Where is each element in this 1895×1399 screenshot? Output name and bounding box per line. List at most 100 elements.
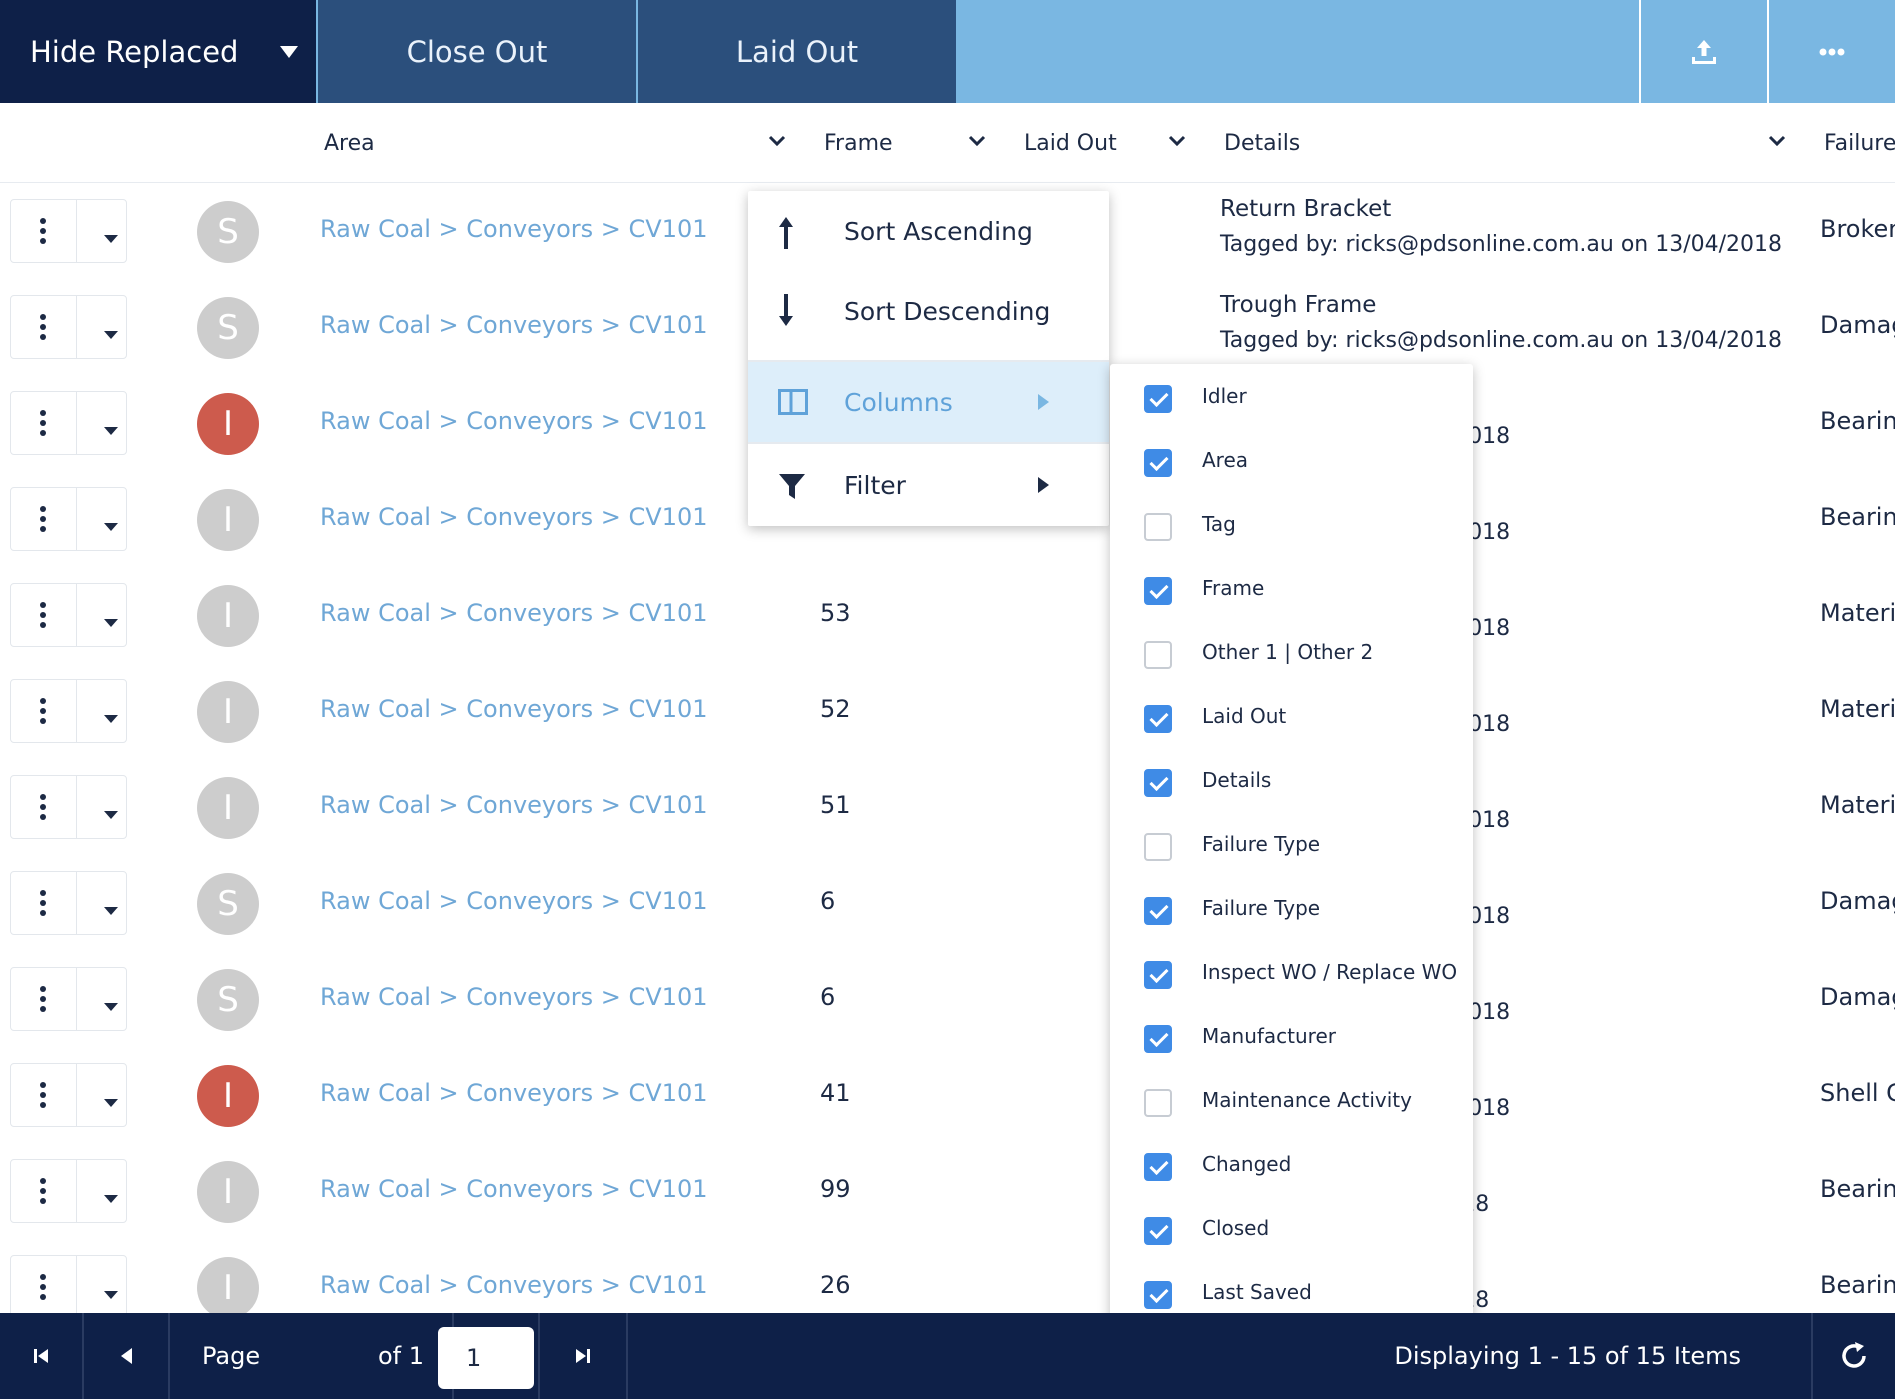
caret-down-icon[interactable] bbox=[104, 235, 118, 243]
caret-down-icon[interactable] bbox=[104, 523, 118, 531]
checkbox[interactable] bbox=[1144, 1153, 1172, 1181]
next-page-button[interactable] bbox=[454, 1313, 540, 1399]
caret-down-icon[interactable] bbox=[104, 715, 118, 723]
checkbox[interactable] bbox=[1144, 961, 1172, 989]
columns-label: Columns bbox=[844, 387, 953, 417]
filter-item[interactable]: Filter bbox=[748, 444, 1109, 526]
area-link[interactable]: Raw Coal > Conveyors > CV101 bbox=[320, 983, 708, 1011]
column-toggle-item[interactable]: Laid Out bbox=[1110, 686, 1473, 750]
row-actions-button[interactable] bbox=[10, 583, 127, 647]
area-link[interactable]: Raw Coal > Conveyors > CV101 bbox=[320, 1175, 708, 1203]
row-actions-button[interactable] bbox=[10, 967, 127, 1031]
checkbox[interactable] bbox=[1144, 833, 1172, 861]
chevron-down-icon[interactable] bbox=[767, 131, 787, 151]
close-out-button[interactable]: Close Out bbox=[316, 0, 636, 103]
column-toggle-item[interactable]: Failure Type bbox=[1110, 814, 1473, 878]
prev-page-button[interactable] bbox=[84, 1313, 170, 1399]
row-actions-button[interactable] bbox=[10, 295, 127, 359]
first-page-button[interactable] bbox=[0, 1313, 84, 1399]
area-link[interactable]: Raw Coal > Conveyors > CV101 bbox=[320, 791, 708, 819]
area-link[interactable]: Raw Coal > Conveyors > CV101 bbox=[320, 695, 708, 723]
column-toggle-item[interactable]: Details bbox=[1110, 750, 1473, 814]
kebab-icon bbox=[40, 314, 46, 344]
checkbox[interactable] bbox=[1144, 385, 1172, 413]
column-context-menu: Sort Ascending Sort Descending Columns F… bbox=[748, 191, 1109, 526]
first-page-icon bbox=[34, 1349, 48, 1363]
checkbox[interactable] bbox=[1144, 769, 1172, 797]
area-link[interactable]: Raw Coal > Conveyors > CV101 bbox=[320, 311, 708, 339]
caret-down-icon[interactable] bbox=[104, 331, 118, 339]
header-details[interactable]: Details bbox=[1224, 103, 1300, 183]
column-toggle-item[interactable]: Idler bbox=[1110, 366, 1473, 430]
sort-ascending-item[interactable]: Sort Ascending bbox=[748, 191, 1109, 271]
columns-item[interactable]: Columns bbox=[748, 362, 1109, 442]
caret-down-icon[interactable] bbox=[104, 1099, 118, 1107]
header-frame[interactable]: Frame bbox=[824, 103, 893, 183]
row-actions-button[interactable] bbox=[10, 871, 127, 935]
row-actions-button[interactable] bbox=[10, 487, 127, 551]
header-area[interactable]: Area bbox=[324, 103, 375, 183]
laid-out-button[interactable]: Laid Out bbox=[636, 0, 956, 103]
sort-descending-item[interactable]: Sort Descending bbox=[748, 271, 1109, 351]
caret-down-icon[interactable] bbox=[104, 907, 118, 915]
caret-down-icon[interactable] bbox=[104, 619, 118, 627]
checkbox[interactable] bbox=[1144, 1025, 1172, 1053]
upload-button[interactable] bbox=[1639, 0, 1767, 103]
column-toggle-item[interactable]: Tag bbox=[1110, 494, 1473, 558]
column-toggle-item[interactable]: Failure Type bbox=[1110, 878, 1473, 942]
divider bbox=[76, 584, 77, 646]
hide-replaced-dropdown[interactable]: Hide Replaced bbox=[0, 0, 316, 103]
area-link[interactable]: Raw Coal > Conveyors > CV101 bbox=[320, 599, 708, 627]
last-page-button[interactable] bbox=[540, 1313, 628, 1399]
caret-down-icon[interactable] bbox=[104, 1003, 118, 1011]
caret-down-icon bbox=[280, 46, 298, 58]
row-actions-button[interactable] bbox=[10, 391, 127, 455]
checkbox[interactable] bbox=[1144, 513, 1172, 541]
more-button[interactable] bbox=[1767, 0, 1895, 103]
checkbox[interactable] bbox=[1144, 449, 1172, 477]
header-laid-out[interactable]: Laid Out bbox=[1024, 103, 1117, 183]
column-toggle-item[interactable]: Frame bbox=[1110, 558, 1473, 622]
column-toggle-label: Last Saved bbox=[1202, 1280, 1312, 1304]
column-toggle-item[interactable]: Manufacturer bbox=[1110, 1006, 1473, 1070]
area-link[interactable]: Raw Coal > Conveyors > CV101 bbox=[320, 215, 708, 243]
checkbox[interactable] bbox=[1144, 1281, 1172, 1309]
caret-down-icon[interactable] bbox=[104, 1195, 118, 1203]
row-actions-button[interactable] bbox=[10, 1159, 127, 1223]
checkbox[interactable] bbox=[1144, 1217, 1172, 1245]
area-link[interactable]: Raw Coal > Conveyors > CV101 bbox=[320, 1079, 708, 1107]
column-toggle-item[interactable]: Changed bbox=[1110, 1134, 1473, 1198]
status-avatar: I bbox=[197, 489, 259, 551]
area-link[interactable]: Raw Coal > Conveyors > CV101 bbox=[320, 887, 708, 915]
checkbox[interactable] bbox=[1144, 897, 1172, 925]
checkbox[interactable] bbox=[1144, 705, 1172, 733]
checkbox[interactable] bbox=[1144, 641, 1172, 669]
checkbox[interactable] bbox=[1144, 1089, 1172, 1117]
area-link[interactable]: Raw Coal > Conveyors > CV101 bbox=[320, 407, 708, 435]
checkbox[interactable] bbox=[1144, 577, 1172, 605]
column-toggle-item[interactable]: Inspect WO / Replace WO bbox=[1110, 942, 1473, 1006]
row-actions-button[interactable] bbox=[10, 1255, 127, 1319]
column-toggle-item[interactable]: Closed bbox=[1110, 1198, 1473, 1262]
column-toggle-item[interactable]: Other 1 | Other 2 bbox=[1110, 622, 1473, 686]
caret-down-icon[interactable] bbox=[104, 427, 118, 435]
area-link[interactable]: Raw Coal > Conveyors > CV101 bbox=[320, 503, 708, 531]
area-link[interactable]: Raw Coal > Conveyors > CV101 bbox=[320, 1271, 708, 1299]
failure-value: Materia bbox=[1820, 791, 1895, 819]
row-actions-button[interactable] bbox=[10, 679, 127, 743]
caret-down-icon[interactable] bbox=[104, 1291, 118, 1299]
caret-down-icon[interactable] bbox=[104, 811, 118, 819]
row-actions-button[interactable] bbox=[10, 1063, 127, 1127]
column-toggle-item[interactable]: Maintenance Activity bbox=[1110, 1070, 1473, 1134]
chevron-down-icon[interactable] bbox=[967, 131, 987, 151]
grid-header: Area Frame Laid Out Details Failure bbox=[0, 103, 1895, 183]
chevron-down-icon[interactable] bbox=[1767, 131, 1787, 151]
column-toggle-item[interactable]: Area bbox=[1110, 430, 1473, 494]
chevron-down-icon[interactable] bbox=[1167, 131, 1187, 151]
refresh-button[interactable] bbox=[1811, 1313, 1895, 1399]
row-actions-button[interactable] bbox=[10, 199, 127, 263]
row-actions-button[interactable] bbox=[10, 775, 127, 839]
header-failure[interactable]: Failure bbox=[1824, 103, 1895, 183]
chevron-right-icon bbox=[1038, 477, 1049, 493]
